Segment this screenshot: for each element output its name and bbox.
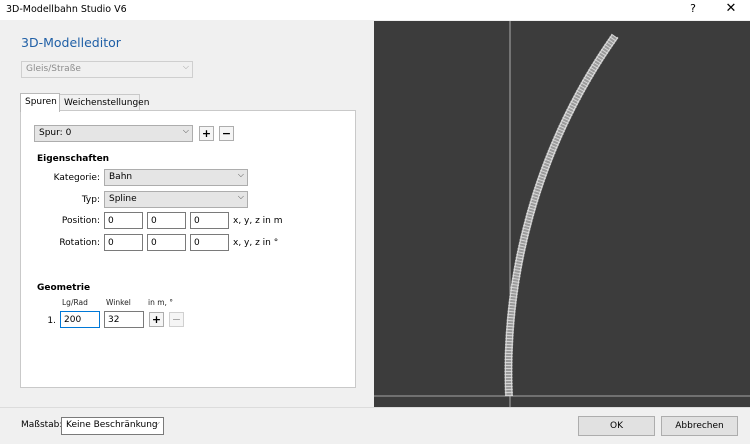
scale-value: Keine Beschränkung xyxy=(66,420,158,430)
track-select[interactable]: Spur: 0 ⌵ xyxy=(34,125,193,142)
rotation-z-input[interactable]: 0 xyxy=(190,234,229,251)
tab-spuren[interactable]: Spuren xyxy=(20,93,60,112)
angle-column-header: Winkel xyxy=(106,298,131,307)
add-segment-button[interactable]: + xyxy=(149,312,164,327)
track-sleepers xyxy=(504,33,619,397)
window-title: 3D-Modellbahn Studio V6 xyxy=(6,4,127,15)
tab-panel xyxy=(20,110,356,388)
scale-select[interactable]: Keine Beschränkung ⌵ xyxy=(61,417,164,435)
add-track-button[interactable]: + xyxy=(199,126,214,141)
track-preview xyxy=(374,21,750,407)
type-value: Spline xyxy=(109,194,137,204)
chevron-down-icon: ⌵ xyxy=(153,418,160,427)
length-input[interactable]: 200 xyxy=(60,311,100,328)
rotation-x-input[interactable]: 0 xyxy=(104,234,143,251)
rotation-label: Rotation: xyxy=(59,238,100,248)
scale-label: Maßstab: xyxy=(21,420,63,430)
position-label: Position: xyxy=(61,216,100,226)
category-value: Bahn xyxy=(109,172,133,182)
3d-viewport[interactable] xyxy=(374,21,750,407)
model-type-select[interactable]: Gleis/Straße ⌵ xyxy=(21,61,193,78)
rotation-y-input[interactable]: 0 xyxy=(147,234,186,251)
track-bed xyxy=(504,33,619,397)
type-select[interactable]: Spline ⌵ xyxy=(104,191,248,208)
geometry-heading: Geometrie xyxy=(37,283,91,293)
category-select[interactable]: Bahn ⌵ xyxy=(104,169,248,186)
type-label: Typ: xyxy=(81,195,100,205)
track-rail-left xyxy=(505,34,613,397)
chevron-down-icon: ⌵ xyxy=(237,170,244,179)
remove-segment-button[interactable]: − xyxy=(169,312,184,327)
angle-input[interactable]: 32 xyxy=(104,311,144,328)
ok-button[interactable]: OK xyxy=(578,416,655,436)
chevron-down-icon: ⌵ xyxy=(237,192,244,201)
title-bar: 3D-Modellbahn Studio V6 ? ✕ xyxy=(0,0,750,20)
help-button[interactable]: ? xyxy=(686,2,700,18)
position-unit: x, y, z in m xyxy=(233,216,283,226)
unit-column-header: in m, ° xyxy=(148,298,174,307)
page-title: 3D-Modelleditor xyxy=(21,35,121,50)
chevron-down-icon: ⌵ xyxy=(182,126,189,135)
remove-track-button[interactable]: − xyxy=(219,126,234,141)
track-select-value: Spur: 0 xyxy=(39,128,72,138)
close-button[interactable]: ✕ xyxy=(722,1,740,19)
row-index: 1. xyxy=(47,316,56,326)
footer-bar: Maßstab: Keine Beschränkung ⌵ OK Abbrech… xyxy=(0,407,750,444)
tab-weichenstellungen[interactable]: Weichenstellungen xyxy=(59,94,149,111)
position-z-input[interactable]: 0 xyxy=(190,212,229,229)
tab-spuren-label: Spuren xyxy=(25,97,57,107)
category-label: Kategorie: xyxy=(53,173,100,183)
chevron-down-icon: ⌵ xyxy=(182,62,189,71)
properties-heading: Eigenschaften xyxy=(37,154,110,164)
position-x-input[interactable]: 0 xyxy=(104,212,143,229)
position-y-input[interactable]: 0 xyxy=(147,212,186,229)
rotation-unit: x, y, z in ° xyxy=(233,238,279,248)
model-type-value: Gleis/Straße xyxy=(26,64,81,74)
tab-weichenstellungen-label: Weichenstellungen xyxy=(64,98,150,108)
length-column-header: Lg/Rad xyxy=(62,298,88,307)
cancel-button[interactable]: Abbrechen xyxy=(661,416,738,436)
